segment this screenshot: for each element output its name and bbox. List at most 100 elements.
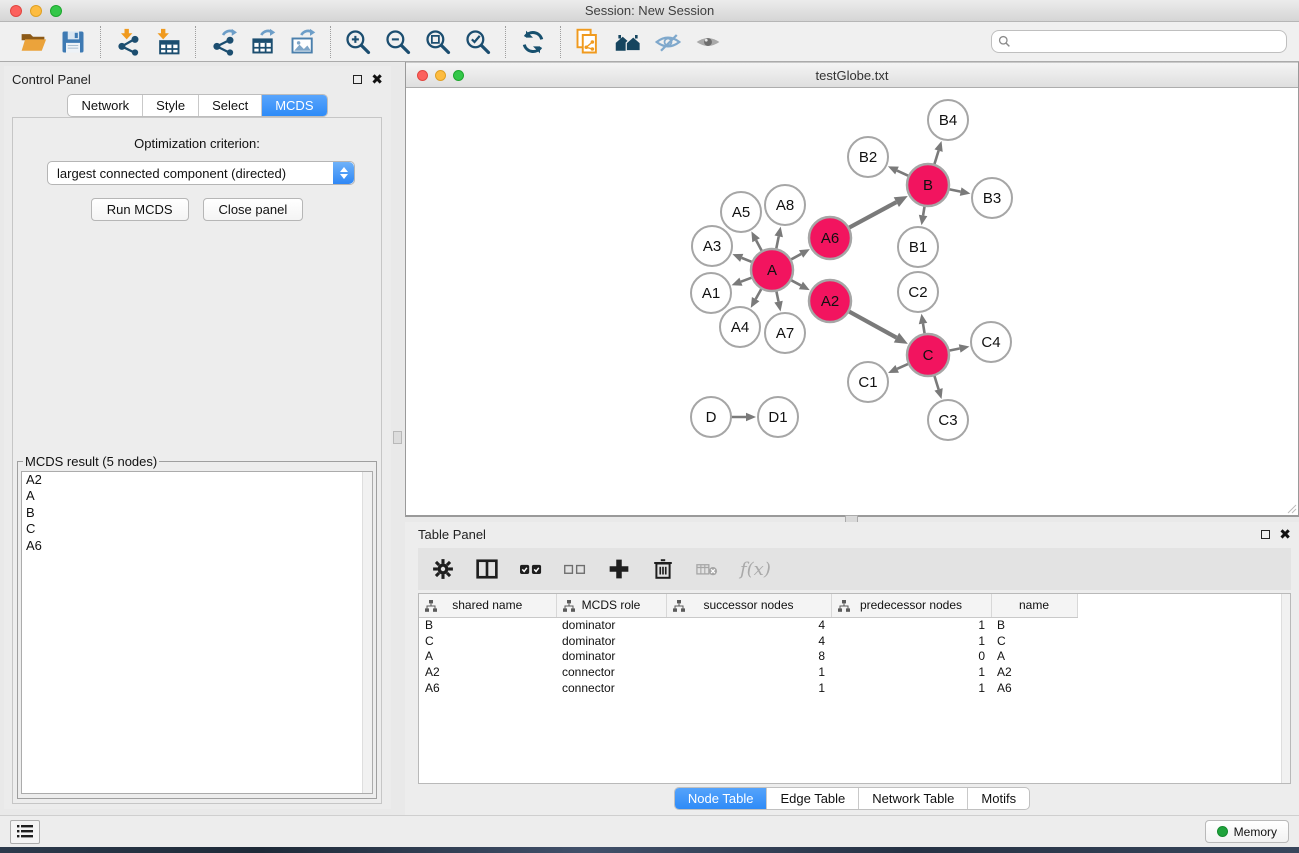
mcds-result-title: MCDS result (5 nodes)	[23, 454, 159, 469]
column-header-predecessor-nodes[interactable]: predecessor nodes	[831, 594, 991, 617]
graph-node-B[interactable]: B	[907, 164, 949, 206]
application-window: Session: New Session	[0, 0, 1299, 853]
close-panel-icon[interactable]: ✖	[1279, 529, 1291, 539]
table-row[interactable]: A2connector11A2	[419, 664, 1077, 680]
delete-column-icon[interactable]	[652, 558, 674, 580]
tab-select[interactable]: Select	[199, 95, 262, 116]
svg-text:A1: A1	[702, 285, 720, 302]
split-divider-handle[interactable]	[393, 431, 402, 444]
refresh-layout-icon[interactable]	[518, 27, 548, 57]
result-list-scrollbar[interactable]	[362, 472, 372, 793]
export-network-icon[interactable]	[208, 27, 238, 57]
graph-node-D[interactable]: D	[691, 397, 731, 437]
network-canvas[interactable]: B4 B2 B B3 B1 A5 A8A6 A3 A A1 A2 A4A7 C2 C4 C C1 C3 D D1	[406, 88, 1298, 517]
table-row[interactable]: A6connector11A6	[419, 680, 1077, 696]
home-icon[interactable]	[613, 27, 643, 57]
result-item[interactable]: A2	[22, 472, 372, 488]
clone-network-icon[interactable]	[573, 27, 603, 57]
result-item[interactable]: B	[22, 505, 372, 521]
svg-text:B1: B1	[909, 239, 927, 256]
result-item[interactable]: A6	[22, 538, 372, 554]
graph-node-A[interactable]: A	[751, 249, 793, 291]
memory-button[interactable]: Memory	[1205, 820, 1289, 843]
column-header-shared-name[interactable]: shared name	[419, 594, 556, 617]
graph-node-D1[interactable]: D1	[758, 397, 798, 437]
graph-node-A8[interactable]: A8	[765, 185, 805, 225]
graph-node-A7[interactable]: A7	[765, 313, 805, 353]
float-panel-icon[interactable]	[353, 75, 362, 84]
task-history-button[interactable]	[10, 820, 40, 844]
import-network-icon[interactable]	[113, 27, 143, 57]
mcds-result-list[interactable]: A2ABCA6	[21, 471, 373, 794]
search-input[interactable]	[1015, 32, 1280, 51]
deselect-all-checkboxes-icon[interactable]	[564, 558, 586, 580]
toolbar-separator	[330, 26, 331, 58]
graph-node-A1[interactable]: A1	[691, 273, 731, 313]
memory-status-icon	[1217, 826, 1228, 837]
close-panel-button[interactable]: Close panel	[203, 198, 304, 221]
edge-arrowhead	[732, 254, 743, 262]
svg-text:C: C	[923, 347, 934, 364]
tab-mcds[interactable]: MCDS	[262, 95, 326, 116]
export-table-icon[interactable]	[248, 27, 278, 57]
delete-table-icon[interactable]	[696, 558, 718, 580]
column-header-name[interactable]: name	[991, 594, 1077, 617]
split-panel-icon[interactable]	[476, 558, 498, 580]
tab-edge-table[interactable]: Edge Table	[767, 788, 859, 809]
table-row[interactable]: Adominator80A	[419, 648, 1077, 664]
graph-node-A4[interactable]: A4	[720, 307, 760, 347]
show-selection-icon[interactable]	[693, 27, 723, 57]
settings-gear-icon[interactable]	[432, 558, 454, 580]
result-item[interactable]: C	[22, 521, 372, 537]
graph-node-C2[interactable]: C2	[898, 272, 938, 312]
table-scrollbar[interactable]	[1281, 594, 1290, 783]
zoom-fit-icon[interactable]	[423, 27, 453, 57]
hide-selection-icon[interactable]	[653, 27, 683, 57]
table-row[interactable]: Bdominator41B	[419, 617, 1077, 633]
optimization-criterion-dropdown[interactable]: largest connected component (directed)	[47, 161, 355, 185]
graph-node-C[interactable]: C	[907, 334, 949, 376]
graph-node-C4[interactable]: C4	[971, 322, 1011, 362]
graph-node-B2[interactable]: B2	[848, 137, 888, 177]
graph-edge-A6-B[interactable]	[847, 202, 897, 229]
function-builder-icon[interactable]: f(x)	[740, 559, 771, 580]
graph-node-B1[interactable]: B1	[898, 227, 938, 267]
vertical-split-divider[interactable]	[391, 62, 405, 815]
close-panel-icon[interactable]: ✖	[371, 74, 383, 84]
tab-node-table[interactable]: Node Table	[675, 788, 768, 809]
zoom-in-icon[interactable]	[343, 27, 373, 57]
svg-text:C2: C2	[908, 284, 927, 301]
zoom-out-icon[interactable]	[383, 27, 413, 57]
tab-network[interactable]: Network	[68, 95, 143, 116]
graph-node-A5[interactable]: A5	[721, 192, 761, 232]
column-header-MCDS-role[interactable]: MCDS role	[556, 594, 666, 617]
column-header-successor-nodes[interactable]: successor nodes	[666, 594, 831, 617]
open-session-icon[interactable]	[18, 27, 48, 57]
result-item[interactable]: A	[22, 488, 372, 504]
select-all-checkboxes-icon[interactable]	[520, 558, 542, 580]
network-graph[interactable]: B4 B2 B B3 B1 A5 A8A6 A3 A A1 A2 A4A7 C2 C4 C C1 C3 D D1	[406, 88, 1298, 514]
zoom-selected-icon[interactable]	[463, 27, 493, 57]
graph-node-C1[interactable]: C1	[848, 362, 888, 402]
window-titlebar: Session: New Session	[0, 0, 1299, 22]
save-session-icon[interactable]	[58, 27, 88, 57]
graph-node-C3[interactable]: C3	[928, 400, 968, 440]
graph-node-B3[interactable]: B3	[972, 178, 1012, 218]
float-panel-icon[interactable]	[1261, 530, 1270, 539]
resize-grip-icon[interactable]	[1285, 502, 1297, 514]
search-field[interactable]	[991, 30, 1287, 53]
graph-node-B4[interactable]: B4	[928, 100, 968, 140]
graph-edge-A2-C[interactable]	[847, 310, 897, 337]
tab-motifs[interactable]: Motifs	[968, 788, 1029, 809]
tab-style[interactable]: Style	[143, 95, 199, 116]
graph-node-A2[interactable]: A2	[809, 280, 851, 322]
import-table-icon[interactable]	[153, 27, 183, 57]
run-mcds-button[interactable]: Run MCDS	[91, 198, 189, 221]
svg-text:A5: A5	[732, 204, 750, 221]
add-column-icon[interactable]	[608, 558, 630, 580]
export-image-icon[interactable]	[288, 27, 318, 57]
graph-node-A3[interactable]: A3	[692, 226, 732, 266]
graph-node-A6[interactable]: A6	[809, 217, 851, 259]
table-row[interactable]: Cdominator41C	[419, 633, 1077, 649]
tab-network-table[interactable]: Network Table	[859, 788, 968, 809]
